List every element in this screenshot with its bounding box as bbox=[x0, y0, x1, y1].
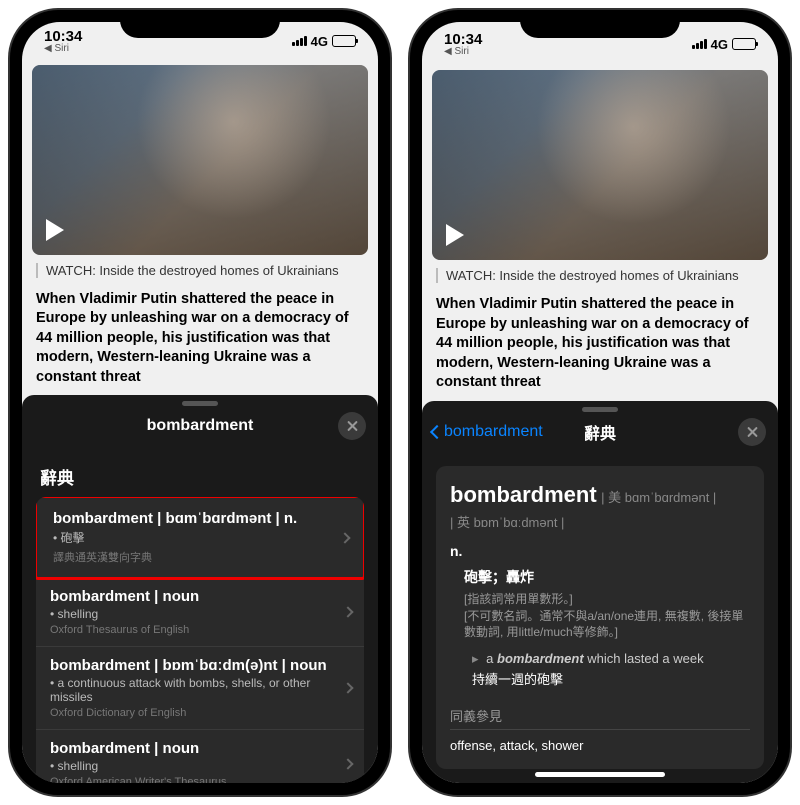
synonyms-label: 同義參見 bbox=[450, 706, 750, 730]
usage-note: [不可數名詞。通常不與a/an/one連用, 無複數, 後接單數動詞, 用lit… bbox=[464, 608, 750, 642]
example-translation: 持續一週的砲擊 bbox=[472, 669, 750, 688]
entry-source: Oxford Dictionary of English bbox=[50, 707, 334, 719]
chevron-right-icon bbox=[339, 532, 350, 543]
status-back-to-app[interactable]: ◀ Siri bbox=[444, 47, 482, 57]
entry-sub: • shelling bbox=[50, 759, 334, 773]
dictionary-entry[interactable]: bombardment | bɒmˈbɑːdm(ə)nt | noun • a … bbox=[36, 647, 364, 730]
back-button[interactable]: bombardment bbox=[432, 423, 543, 441]
dictionary-list: bombardment | bɑmˈbɑrdmənt | n. • 砲擊 譯典通… bbox=[36, 497, 364, 783]
sheet-header: bombardment bbox=[22, 406, 378, 446]
pronunciation-uk: | 英 bɒmˈbɑːdmənt | bbox=[450, 512, 750, 531]
phone-mockup-left: 10:34 ◀ Siri 4G WATCH: Inside the destro… bbox=[10, 10, 390, 795]
entry-title: bombardment | bɒmˈbɑːdm(ə)nt | noun bbox=[50, 657, 334, 674]
status-indicators: 4G bbox=[692, 37, 756, 52]
pronunciation-us: | 美 bɑmˈbɑrdmənt | bbox=[601, 490, 716, 505]
entry-source: 譯典通英漢雙向字典 bbox=[53, 549, 331, 565]
article-paragraph: When Vladimir Putin shattered the peace … bbox=[36, 290, 364, 388]
screen: 10:34 ◀ Siri 4G WATCH: Inside the destro… bbox=[422, 22, 778, 783]
status-back-to-app[interactable]: ◀ Siri bbox=[44, 44, 82, 54]
definition: 砲擊；轟炸 bbox=[464, 567, 750, 587]
sheet-title: bombardment bbox=[147, 417, 254, 435]
screen: 10:34 ◀ Siri 4G WATCH: Inside the destro… bbox=[22, 22, 378, 783]
video-caption: WATCH: Inside the destroyed homes of Ukr… bbox=[36, 263, 364, 278]
close-button[interactable] bbox=[738, 418, 766, 446]
synonyms: offense, attack, shower bbox=[450, 738, 750, 753]
entry-sub: • a continuous attack with bombs, shells… bbox=[50, 676, 334, 704]
entry-source: Oxford American Writer's Thesaurus bbox=[50, 776, 334, 783]
signal-icon bbox=[692, 39, 707, 49]
video-thumbnail[interactable] bbox=[432, 70, 768, 260]
status-time: 10:34 bbox=[444, 32, 482, 47]
play-icon bbox=[446, 224, 464, 246]
video-caption: WATCH: Inside the destroyed homes of Ukr… bbox=[436, 268, 764, 283]
network-label: 4G bbox=[711, 37, 728, 52]
definition-card: bombardment | 美 bɑmˈbɑrdmənt | | 英 bɒmˈb… bbox=[436, 466, 764, 769]
battery-icon bbox=[332, 35, 356, 47]
usage-note: [指該詞常用單數形。] bbox=[464, 591, 750, 608]
battery-icon bbox=[732, 38, 756, 50]
entry-sub: • shelling bbox=[50, 607, 334, 621]
phone-mockup-right: 10:34 ◀ Siri 4G WATCH: Inside the destro… bbox=[410, 10, 790, 795]
play-icon bbox=[46, 219, 64, 241]
status-indicators: 4G bbox=[292, 34, 356, 49]
entry-title: bombardment | noun bbox=[50, 588, 334, 605]
status-time: 10:34 bbox=[44, 29, 82, 44]
sheet-header: bombardment 辭典 bbox=[422, 412, 778, 452]
signal-icon bbox=[292, 36, 307, 46]
article-content: WATCH: Inside the destroyed homes of Ukr… bbox=[422, 66, 778, 401]
entry-source: Oxford Thesaurus of English bbox=[50, 624, 334, 636]
chevron-left-icon bbox=[430, 425, 444, 439]
home-indicator[interactable] bbox=[535, 772, 665, 777]
device-notch bbox=[520, 10, 680, 38]
lookup-sheet: bombardment 辭典 bombardment | bɑmˈbɑrdmən… bbox=[22, 395, 378, 783]
network-label: 4G bbox=[311, 34, 328, 49]
chevron-right-icon bbox=[342, 607, 353, 618]
close-button[interactable] bbox=[338, 412, 366, 440]
dictionary-entry[interactable]: bombardment | noun • shelling Oxford The… bbox=[36, 578, 364, 647]
article-content: WATCH: Inside the destroyed homes of Ukr… bbox=[22, 61, 378, 396]
chevron-right-icon bbox=[342, 759, 353, 770]
part-of-speech: n. bbox=[450, 543, 750, 559]
chevron-right-icon bbox=[342, 683, 353, 694]
highlighted-selection: bombardment | bɑmˈbɑrdmənt | n. • 砲擊 譯典通… bbox=[36, 497, 364, 580]
device-notch bbox=[120, 10, 280, 38]
back-label: bombardment bbox=[444, 423, 543, 441]
dictionary-entry[interactable]: bombardment | noun • shelling Oxford Ame… bbox=[36, 730, 364, 783]
lookup-sheet: bombardment 辭典 bombardment | 美 bɑmˈbɑrdm… bbox=[422, 401, 778, 783]
sheet-title: 辭典 bbox=[584, 420, 616, 444]
entry-sub: • 砲擊 bbox=[53, 529, 331, 546]
entry-title: bombardment | noun bbox=[50, 740, 334, 757]
example-sentence: ▸ a bombardment which lasted a week bbox=[472, 651, 750, 667]
entry-title: bombardment | bɑmˈbɑrdmənt | n. bbox=[53, 510, 331, 527]
article-paragraph: When Vladimir Putin shattered the peace … bbox=[436, 295, 764, 393]
section-label: 辭典 bbox=[40, 464, 360, 489]
video-thumbnail[interactable] bbox=[32, 65, 368, 255]
dictionary-entry[interactable]: bombardment | bɑmˈbɑrdmənt | n. • 砲擊 譯典通… bbox=[39, 500, 361, 575]
headword: bombardment bbox=[450, 482, 597, 507]
